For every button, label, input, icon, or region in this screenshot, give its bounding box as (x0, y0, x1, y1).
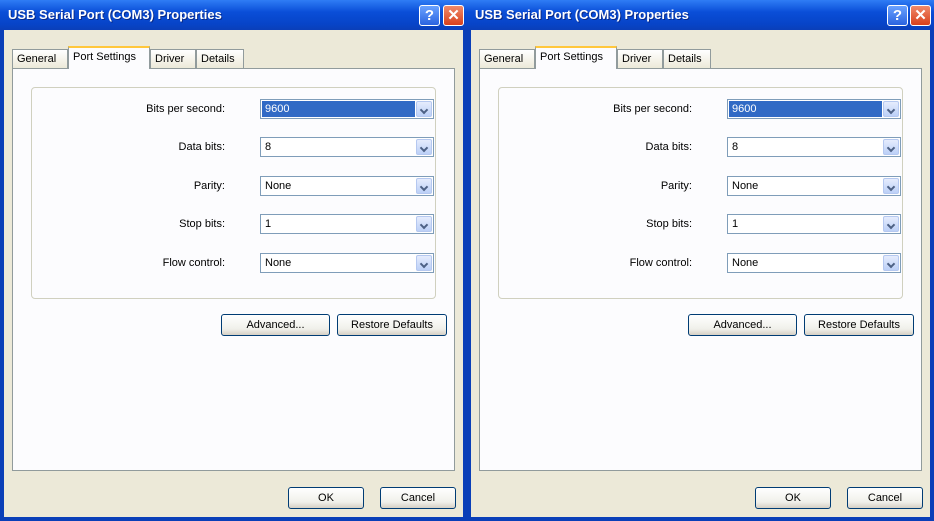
cancel-button[interactable]: Cancel (380, 487, 456, 509)
flow-control-select[interactable]: None (260, 253, 434, 273)
bits-per-second-select[interactable]: 9600 (727, 99, 901, 119)
tab-details[interactable]: Details (196, 49, 244, 68)
flow-control-label: Flow control: (629, 257, 692, 269)
bits-per-second-value: 9600 (262, 101, 415, 117)
restore-defaults-button[interactable]: Restore Defaults (804, 314, 914, 336)
flow-control-value: None (732, 257, 759, 269)
parity-label: Parity: (193, 180, 225, 192)
help-button[interactable]: ? (419, 5, 440, 26)
dialog-client: General Port Settings Driver Details Bit… (4, 30, 463, 517)
properties-dialog-left: USB Serial Port (COM3) Properties ? ✕ Ge… (0, 0, 467, 521)
tab-driver[interactable]: Driver (150, 49, 196, 68)
chevron-down-icon[interactable] (883, 255, 899, 271)
chevron-down-icon[interactable] (416, 216, 432, 232)
data-bits-value: 8 (265, 141, 272, 153)
bits-per-second-value: 9600 (729, 101, 882, 117)
tab-port-settings[interactable]: Port Settings (535, 46, 617, 69)
settings-group: Bits per second: 9600 Data bits: 8 Parit… (498, 87, 903, 299)
bits-per-second-select[interactable]: 9600 (260, 99, 434, 119)
properties-dialog-right: USB Serial Port (COM3) Properties ? ✕ Ge… (467, 0, 934, 521)
chevron-down-icon[interactable] (883, 139, 899, 155)
chevron-down-icon[interactable] (416, 139, 432, 155)
stop-bits-value: 1 (265, 218, 272, 230)
dialog-client: General Port Settings Driver Details Bit… (471, 30, 930, 517)
chevron-down-icon[interactable] (883, 178, 899, 194)
chevron-down-icon[interactable] (883, 101, 899, 117)
window-title: USB Serial Port (COM3) Properties (475, 7, 689, 22)
title-bar[interactable]: USB Serial Port (COM3) Properties ? ✕ (0, 0, 467, 30)
close-button[interactable]: ✕ (910, 5, 931, 26)
data-bits-label: Data bits: (178, 141, 225, 153)
stop-bits-value: 1 (732, 218, 739, 230)
parity-select[interactable]: None (727, 176, 901, 196)
data-bits-value: 8 (732, 141, 739, 153)
cancel-button[interactable]: Cancel (847, 487, 923, 509)
data-bits-select[interactable]: 8 (727, 137, 901, 157)
tab-port-settings[interactable]: Port Settings (68, 46, 150, 69)
tab-general[interactable]: General (12, 49, 68, 68)
flow-control-select[interactable]: None (727, 253, 901, 273)
bits-per-second-label: Bits per second: (146, 103, 225, 115)
window-title: USB Serial Port (COM3) Properties (8, 7, 222, 22)
stop-bits-select[interactable]: 1 (727, 214, 901, 234)
advanced-button[interactable]: Advanced... (688, 314, 797, 336)
flow-control-value: None (265, 257, 292, 269)
chevron-down-icon[interactable] (416, 178, 432, 194)
parity-label: Parity: (660, 180, 692, 192)
port-settings-panel: Bits per second: 9600 Data bits: 8 Parit… (12, 68, 455, 471)
tab-general[interactable]: General (479, 49, 535, 68)
ok-button[interactable]: OK (755, 487, 831, 509)
tab-driver[interactable]: Driver (617, 49, 663, 68)
title-bar[interactable]: USB Serial Port (COM3) Properties ? ✕ (467, 0, 934, 30)
data-bits-label: Data bits: (645, 141, 692, 153)
close-button[interactable]: ✕ (443, 5, 464, 26)
stop-bits-label: Stop bits: (179, 218, 225, 230)
parity-value: None (265, 180, 292, 192)
help-button[interactable]: ? (887, 5, 908, 26)
settings-group: Bits per second: 9600 Data bits: 8 Parit… (31, 87, 436, 299)
chevron-down-icon[interactable] (883, 216, 899, 232)
parity-select[interactable]: None (260, 176, 434, 196)
flow-control-label: Flow control: (162, 257, 225, 269)
data-bits-select[interactable]: 8 (260, 137, 434, 157)
port-settings-panel: Bits per second: 9600 Data bits: 8 Parit… (479, 68, 922, 471)
tab-details[interactable]: Details (663, 49, 711, 68)
parity-value: None (732, 180, 759, 192)
restore-defaults-button[interactable]: Restore Defaults (337, 314, 447, 336)
stop-bits-label: Stop bits: (646, 218, 692, 230)
bits-per-second-label: Bits per second: (613, 103, 692, 115)
chevron-down-icon[interactable] (416, 255, 432, 271)
advanced-button[interactable]: Advanced... (221, 314, 330, 336)
chevron-down-icon[interactable] (416, 101, 432, 117)
stop-bits-select[interactable]: 1 (260, 214, 434, 234)
ok-button[interactable]: OK (288, 487, 364, 509)
